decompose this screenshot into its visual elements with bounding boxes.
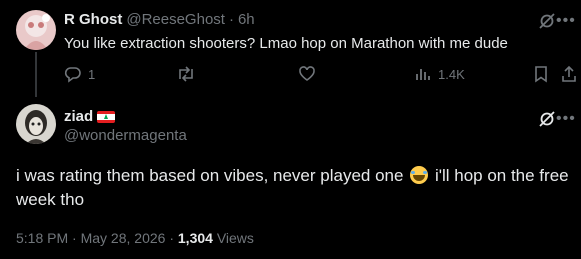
grok-icon[interactable] — [538, 12, 556, 35]
more-options-icon[interactable]: ••• — [556, 110, 576, 128]
tweet-date[interactable]: May 28, 2026 — [81, 230, 166, 246]
separator-dot: · — [228, 11, 234, 28]
parent-tweet-text: You like extraction shooters? Lmao hop o… — [64, 35, 508, 52]
bookmark-button[interactable] — [533, 63, 549, 85]
main-tweet-text: i was rating them based on vibes, never … — [16, 164, 576, 212]
main-tweet-meta: 5:18 PM · May 28, 2026 · 1,304 Views — [16, 230, 254, 246]
share-icon — [562, 65, 576, 82]
main-author-handle[interactable]: @wondermagenta — [64, 127, 187, 144]
main-tweet-author-row: ziad — [64, 108, 116, 125]
parent-tweet-actions: 1 1.4K — [64, 63, 579, 85]
reply-count: 1 — [88, 66, 96, 82]
bookmark-icon — [535, 66, 547, 83]
main-tweet-text-part1: i was rating them based on vibes, never … — [16, 166, 404, 185]
thread-connector-line — [35, 52, 37, 97]
lebanon-flag-icon — [97, 110, 116, 123]
heart-icon — [299, 66, 315, 81]
parent-author-handle[interactable]: @ReeseGhost — [126, 11, 225, 28]
tweet-time[interactable]: 5:18 PM — [16, 230, 68, 246]
reply-button[interactable]: 1 — [64, 63, 95, 85]
main-author-name[interactable]: ziad — [64, 108, 93, 125]
reply-icon — [64, 67, 81, 83]
parent-author-name[interactable]: R Ghost — [64, 11, 122, 28]
like-button[interactable] — [298, 63, 316, 85]
tweet-views-count: 1,304 — [177, 230, 213, 246]
grok-icon[interactable] — [538, 110, 556, 133]
repost-icon — [179, 66, 193, 82]
more-options-icon[interactable]: ••• — [556, 12, 576, 30]
separator-dot: · — [169, 230, 174, 246]
separator-dot: · — [72, 230, 77, 246]
repost-button[interactable] — [176, 63, 196, 85]
avatar-main-author[interactable] — [16, 104, 56, 144]
tears-of-joy-emoji-icon — [410, 166, 429, 184]
tweet-views-label: Views — [216, 230, 254, 246]
views-button[interactable]: 1.4K — [414, 63, 465, 85]
avatar-parent-author[interactable] — [16, 10, 56, 50]
views-count: 1.4K — [438, 66, 465, 82]
parent-tweet-header: R Ghost @ReeseGhost · 6h — [64, 11, 255, 28]
analytics-icon — [416, 69, 430, 80]
parent-tweet-time[interactable]: 6h — [238, 11, 255, 28]
share-button[interactable] — [561, 63, 577, 85]
